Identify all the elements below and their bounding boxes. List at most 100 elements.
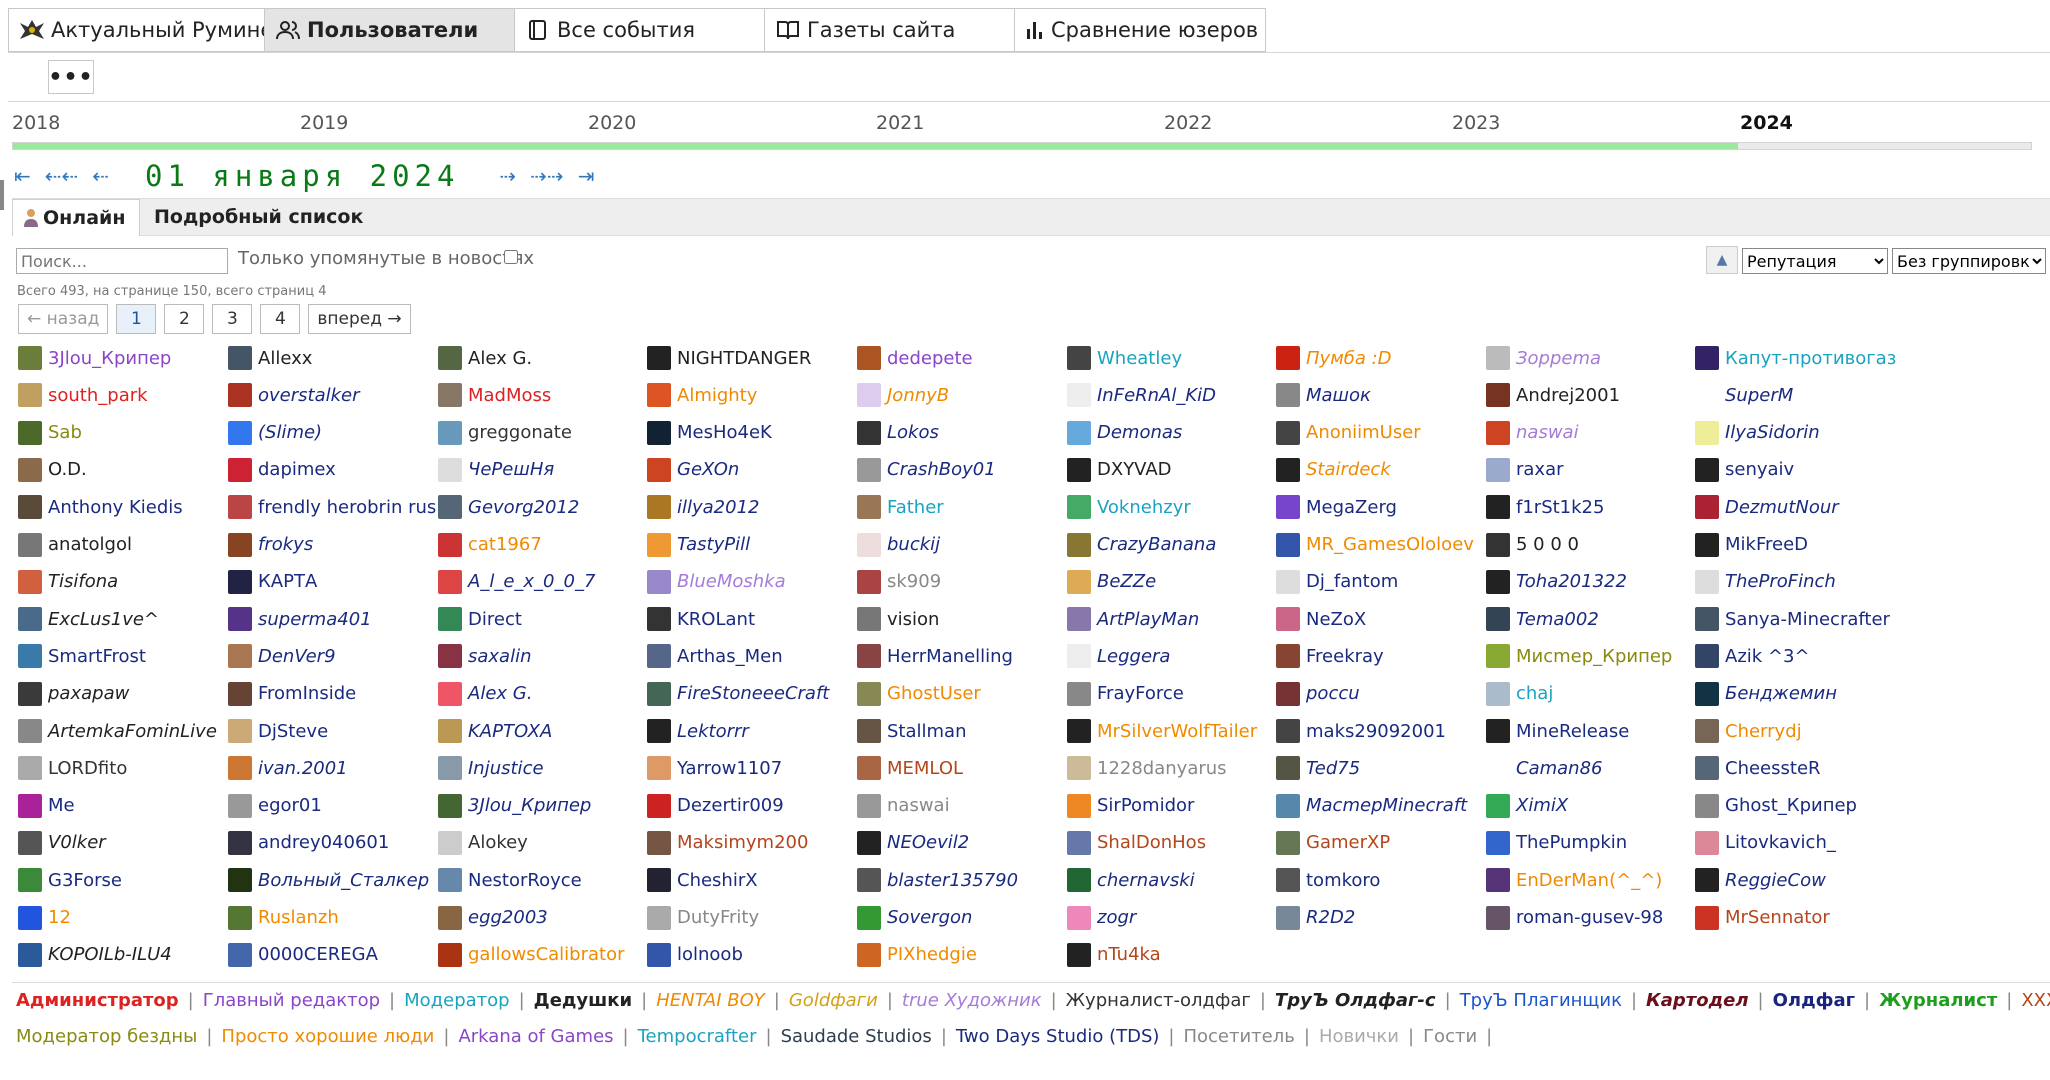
group-legend-item[interactable]: ТруЪ Олдфаг-с bbox=[1275, 990, 1436, 1011]
user-entry[interactable]: andrey040601 bbox=[228, 829, 389, 857]
user-entry[interactable]: maks29092001 bbox=[1276, 717, 1446, 745]
user-entry[interactable]: КАРТА bbox=[228, 568, 317, 596]
user-entry[interactable]: Demonas bbox=[1067, 419, 1182, 447]
user-entry[interactable]: Sovergon bbox=[857, 904, 972, 932]
user-entry[interactable]: Litovkavich_ bbox=[1695, 829, 1836, 857]
user-entry[interactable]: Wheatley bbox=[1067, 344, 1182, 372]
user-entry[interactable]: CrazyBanana bbox=[1067, 531, 1216, 559]
user-entry[interactable]: GamerXP bbox=[1276, 829, 1390, 857]
user-entry[interactable]: Вольный_Сталкер bbox=[228, 866, 429, 894]
user-entry[interactable]: IlyaSidorin bbox=[1695, 419, 1820, 447]
user-entry[interactable]: DjSteve bbox=[228, 717, 328, 745]
user-entry[interactable]: senyaiv bbox=[1695, 456, 1794, 484]
user-entry[interactable]: Stallman bbox=[857, 717, 967, 745]
user-entry[interactable]: 12 bbox=[18, 904, 71, 932]
user-entry[interactable]: JonnyB bbox=[857, 381, 949, 409]
tab-events[interactable]: Все события bbox=[514, 8, 764, 52]
user-entry[interactable]: MEMLOL bbox=[857, 754, 963, 782]
user-entry[interactable]: 5 0 0 0 bbox=[1486, 531, 1579, 559]
user-entry[interactable]: gallowsCalibrator bbox=[438, 941, 625, 969]
user-entry[interactable]: Anthony Kiedis bbox=[18, 493, 183, 521]
timeline-year[interactable]: 2023 bbox=[1452, 112, 1500, 134]
user-entry[interactable]: NEOevil2 bbox=[857, 829, 969, 857]
user-entry[interactable]: O.D. bbox=[18, 456, 87, 484]
user-entry[interactable]: Maksimym200 bbox=[647, 829, 808, 857]
group-legend-item[interactable]: ТруЪ Плагинщик bbox=[1460, 990, 1622, 1011]
user-entry[interactable]: HerrManelling bbox=[857, 642, 1013, 670]
user-entry[interactable]: naswai bbox=[857, 792, 950, 820]
back-far-button[interactable]: ⇠⇠ bbox=[45, 164, 79, 188]
user-entry[interactable]: Yarrow1107 bbox=[647, 754, 782, 782]
group-legend-item[interactable]: Олдфаг bbox=[1773, 990, 1855, 1011]
group-legend-item[interactable]: Дедушки bbox=[534, 990, 632, 1011]
user-entry[interactable]: Ruslanzh bbox=[228, 904, 339, 932]
user-entry[interactable]: DenVer9 bbox=[228, 642, 336, 670]
user-entry[interactable]: ThePumpkin bbox=[1486, 829, 1627, 857]
user-entry[interactable]: 3Jlou_Крипер bbox=[438, 792, 591, 820]
user-entry[interactable]: sk909 bbox=[857, 568, 941, 596]
user-entry[interactable]: BlueMoshka bbox=[647, 568, 786, 596]
user-entry[interactable]: Tema002 bbox=[1486, 605, 1599, 633]
user-entry[interactable]: G3Forse bbox=[18, 866, 122, 894]
group-legend-item[interactable]: Главный редактор bbox=[203, 990, 380, 1011]
user-entry[interactable]: CheessteR bbox=[1695, 754, 1821, 782]
user-entry[interactable]: MesHo4eK bbox=[647, 419, 772, 447]
user-entry[interactable]: Arthas_Men bbox=[647, 642, 783, 670]
timeline-year[interactable]: 2020 bbox=[588, 112, 636, 134]
user-entry[interactable]: FrayForce bbox=[1067, 680, 1184, 708]
user-entry[interactable]: frendly herobrin rus bbox=[228, 493, 436, 521]
tab-newspapers[interactable]: Газеты сайта bbox=[764, 8, 1014, 52]
user-entry[interactable]: GeXOn bbox=[647, 456, 739, 484]
group-legend-item[interactable]: Просто хорошие люди bbox=[221, 1026, 434, 1047]
user-entry[interactable]: CrashBoy01 bbox=[857, 456, 996, 484]
user-entry[interactable]: GhostUser bbox=[857, 680, 981, 708]
user-entry[interactable]: greggonate bbox=[438, 419, 572, 447]
timeline-year[interactable]: 2024 bbox=[1740, 112, 1793, 134]
user-entry[interactable]: BeZZe bbox=[1067, 568, 1156, 596]
user-entry[interactable]: Alex G. bbox=[438, 344, 532, 372]
user-entry[interactable]: TheProFinch bbox=[1695, 568, 1836, 596]
group-select[interactable]: Без группировки bbox=[1892, 248, 2046, 274]
user-entry[interactable]: saxalin bbox=[438, 642, 532, 670]
user-entry[interactable]: NIGHTDANGER bbox=[647, 344, 811, 372]
user-entry[interactable]: paxapaw bbox=[18, 680, 129, 708]
user-entry[interactable]: Almighty bbox=[647, 381, 757, 409]
group-legend-item[interactable]: Журналист bbox=[1879, 990, 1997, 1011]
user-entry[interactable]: SirPomidor bbox=[1067, 792, 1194, 820]
user-entry[interactable]: Freekray bbox=[1276, 642, 1384, 670]
user-entry[interactable]: InFeRnAl_KiD bbox=[1067, 381, 1216, 409]
user-entry[interactable]: roman-gusev-98 bbox=[1486, 904, 1663, 932]
prev-page-button[interactable]: ← назад bbox=[18, 304, 109, 334]
user-entry[interactable]: Капут-противогаз bbox=[1695, 344, 1896, 372]
group-legend-item[interactable]: Посетитель bbox=[1183, 1026, 1294, 1047]
user-entry[interactable]: ShalDonHos bbox=[1067, 829, 1206, 857]
user-entry[interactable]: zogr bbox=[1067, 904, 1136, 932]
user-entry[interactable]: Me bbox=[18, 792, 75, 820]
user-entry[interactable]: buckij bbox=[857, 531, 940, 559]
user-entry[interactable]: vision bbox=[857, 605, 939, 633]
user-entry[interactable]: DXYVAD bbox=[1067, 456, 1172, 484]
user-entry[interactable]: chaj bbox=[1486, 680, 1553, 708]
group-legend-item[interactable]: Tempocrafter bbox=[638, 1026, 757, 1047]
user-entry[interactable]: KOPOILb-ILU4 bbox=[18, 941, 172, 969]
user-entry[interactable]: NestorRoyce bbox=[438, 866, 582, 894]
user-entry[interactable]: DezmutNour bbox=[1695, 493, 1839, 521]
user-entry[interactable]: Caman86 bbox=[1486, 754, 1602, 782]
group-legend-item[interactable]: Arkana of Games bbox=[458, 1026, 613, 1047]
group-legend-item[interactable]: Гости bbox=[1423, 1026, 1477, 1047]
group-legend-item[interactable]: Goldфаги bbox=[789, 990, 878, 1011]
user-entry[interactable]: Voknehzyr bbox=[1067, 493, 1191, 521]
user-entry[interactable]: SmartFrost bbox=[18, 642, 146, 670]
user-entry[interactable]: Sab bbox=[18, 419, 82, 447]
user-entry[interactable]: Alokey bbox=[438, 829, 528, 857]
last-date-button[interactable]: ⇥ bbox=[578, 164, 595, 188]
more-button[interactable]: ••• bbox=[48, 60, 94, 94]
user-entry[interactable]: V0lker bbox=[18, 829, 106, 857]
user-entry[interactable]: Sanya-Minecrafter bbox=[1695, 605, 1890, 633]
page-4-button[interactable]: 4 bbox=[260, 304, 301, 334]
user-entry[interactable]: MadMoss bbox=[438, 381, 551, 409]
timeline-year[interactable]: 2022 bbox=[1164, 112, 1212, 134]
search-input[interactable] bbox=[16, 248, 228, 274]
user-entry[interactable]: MegaZerg bbox=[1276, 493, 1397, 521]
user-entry[interactable]: Alex G. bbox=[438, 680, 532, 708]
